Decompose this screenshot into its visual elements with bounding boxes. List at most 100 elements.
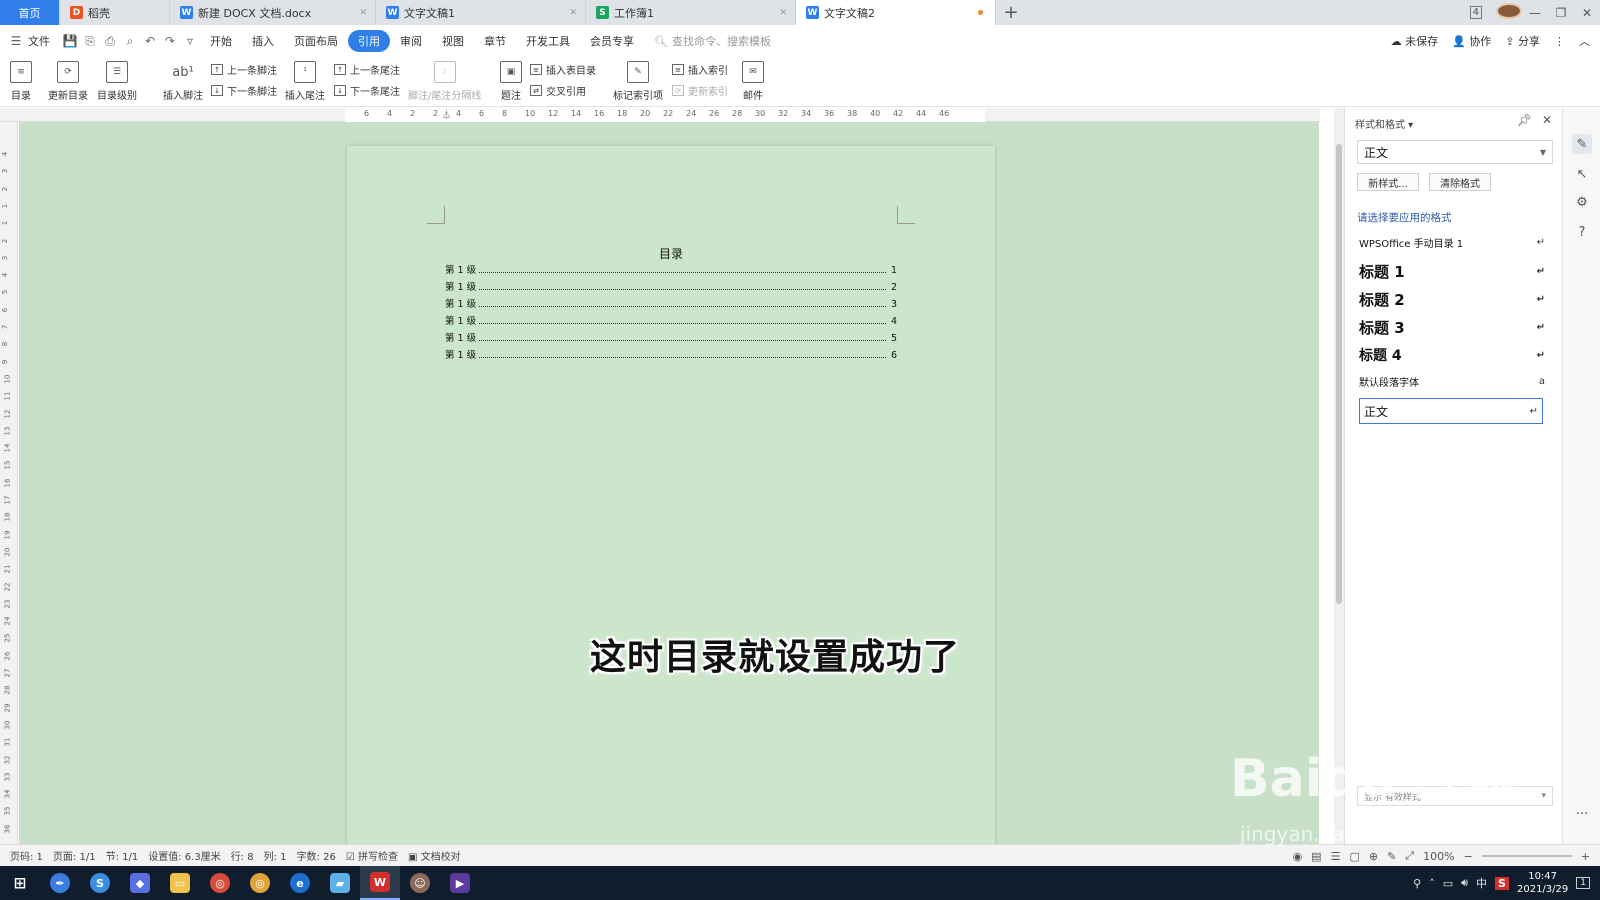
properties-icon[interactable]: ⚙ [1572,192,1592,212]
insert-index-button[interactable]: ≡ 插入索引 [672,62,728,77]
select-cursor-icon[interactable]: ↖ [1572,164,1592,184]
menu-devtools[interactable]: 开发工具 [516,33,580,49]
undo-icon[interactable]: ↶ [140,34,160,48]
network-icon[interactable]: ▭ [1443,877,1453,890]
minimize-icon[interactable]: — [1522,6,1548,20]
taskbar-app[interactable]: ▶ [440,866,480,900]
insert-footnote-button[interactable]: ab¹ 插入脚注 [163,61,203,103]
taskbar-app[interactable]: ◎ [240,866,280,900]
notification-icon[interactable]: 1 [1576,877,1590,889]
restore-icon[interactable]: ❐ [1548,6,1574,20]
horizontal-ruler[interactable]: 6 4 2 2 4 6 8 10 12 14 16 18 20 22 24 26 28 30 32 34 36 38 40 4… [0,108,1320,122]
footnote-separator-button[interactable]: ⁝ 脚注/尾注分隔线 [408,61,481,102]
sogou-tray-icon[interactable]: S [1495,876,1509,890]
style-item[interactable]: 标题 2 ↵ [1359,289,1549,310]
tab-docx[interactable]: W 新建 DOCX 文档.docx ✕ [170,0,376,25]
start-button[interactable]: ⊞ [0,866,40,900]
vertical-ruler[interactable]: 4 3 2 1 1 2 3 4 5 6 7 8 9 10 11 12 13 14 15 16 17 18 19 20 21 22 2… [0,122,18,844]
share-button[interactable]: ⇪ 分享 [1505,33,1540,49]
menu-layout[interactable]: 页面布局 [284,33,348,49]
next-endnote-button[interactable]: ↓ 下一条尾注 [334,83,400,98]
close-window-icon[interactable]: ✕ [1574,6,1600,20]
taskbar-app[interactable]: ✒ [40,866,80,900]
more-icon[interactable]: … [1572,800,1592,820]
vertical-scrollbar[interactable] [1334,108,1344,844]
tab-sheet1[interactable]: S 工作簿1 ✕ [586,0,796,25]
style-item[interactable]: 标题 3 ↵ [1359,317,1549,338]
taskbar-app[interactable]: ◆ [120,866,160,900]
panel-title[interactable]: 样式和格式 ▾ [1355,116,1413,131]
print-preview-icon[interactable]: ⌕ [120,34,140,49]
people-icon[interactable]: ⚲ [1413,877,1421,890]
tab-docer[interactable]: D 稻壳 [60,0,170,25]
print-icon[interactable]: ⎙ [100,34,120,49]
unsaved-button[interactable]: ☁ 未保存 [1391,33,1439,49]
zoom-slider[interactable] [1481,855,1572,857]
insert-figure-toc-button[interactable]: ≡ 插入表目录 [530,62,596,77]
tab-doc2[interactable]: W 文字文稿2 [796,0,996,25]
customize-icon[interactable]: ▿ [180,34,200,48]
update-index-button[interactable]: ⟳ 更新索引 [672,83,728,98]
spell-check-button[interactable]: ☑ 拼写检查 [346,848,398,863]
clear-format-button[interactable]: 清除格式 [1429,173,1491,191]
style-item[interactable]: 正文 ↵ [1359,398,1543,424]
toc-entry[interactable]: 第 1 级 2 [445,279,897,293]
cross-ref-button[interactable]: ⇄ 交叉引用 [530,83,586,98]
toc-entry[interactable]: 第 1 级 4 [445,313,897,327]
outline-view-icon[interactable]: ☰ [1331,850,1341,863]
web-view-icon[interactable]: ▢ [1349,850,1359,863]
zoom-out-icon[interactable]: − [1464,850,1473,863]
format-painter-icon[interactable]: ⎘ [80,34,100,49]
page[interactable]: 目录 第 1 级 1 第 1 级 2 第 1 级 3 第 1 级 4 第 1 级 5 第 1 级 6 [347,146,995,844]
caption-button[interactable]: ▣ 题注 [500,61,522,102]
menu-member[interactable]: 会员专享 [580,33,644,49]
mail-button[interactable]: ✉ 邮件 [742,61,764,102]
close-panel-icon[interactable]: ✕ [1542,113,1552,127]
ime-indicator[interactable]: 中 [1476,875,1487,891]
collab-button[interactable]: 👤 协作 [1452,33,1491,49]
file-menu[interactable]: 文件 [26,33,60,49]
taskbar-app[interactable]: ▭ [160,866,200,900]
close-icon[interactable]: ✕ [359,8,367,18]
pen-icon[interactable]: ✎ [1387,850,1396,863]
clock[interactable]: 10:47 2021/3/29 [1517,870,1568,896]
page-view-icon[interactable]: ▤ [1311,850,1321,863]
style-item[interactable]: 标题 4 ↵ [1359,345,1549,365]
zoom-in-icon[interactable]: + [1581,850,1590,863]
tab-doc1[interactable]: W 文字文稿1 ✕ [376,0,586,25]
taskbar-app[interactable]: e [280,866,320,900]
toc-entry[interactable]: 第 1 级 3 [445,296,897,310]
prev-footnote-button[interactable]: ↑ 上一条脚注 [211,62,277,77]
pin-icon[interactable]: 📌︎ [1517,113,1532,127]
toc-level-button[interactable]: ☰ 目录级别 [97,61,137,102]
toc-entry[interactable]: 第 1 级 5 [445,330,897,344]
taskbar-app[interactable]: ▰ [320,866,360,900]
hamburger-icon[interactable]: ☰ [6,34,26,48]
save-icon[interactable]: 💾 [60,34,80,48]
taskbar-app[interactable]: S [80,866,120,900]
avatar[interactable] [1496,3,1522,22]
next-footnote-button[interactable]: ↓ 下一条脚注 [211,83,277,98]
new-style-button[interactable]: 新样式... [1357,173,1419,191]
style-item[interactable]: 标题 1 ↵ [1359,261,1549,282]
globe-icon[interactable]: ⊕ [1369,850,1378,863]
new-tab-button[interactable]: + [996,0,1026,25]
zoom-level[interactable]: 100% [1423,850,1454,863]
menu-insert[interactable]: 插入 [242,33,284,49]
command-search[interactable]: 🔍︎ 查找命令、搜索模板 [654,33,771,49]
menu-section[interactable]: 章节 [474,33,516,49]
style-item[interactable]: 默认段落字体 a [1359,374,1549,389]
fit-icon[interactable]: ⤢ [1405,849,1414,863]
more-icon[interactable]: ⋮ [1554,35,1565,48]
close-icon[interactable]: ✕ [569,8,577,18]
toc-entry[interactable]: 第 1 级 6 [445,347,897,361]
update-toc-button[interactable]: ⟳ 更新目录 [48,61,88,102]
chevron-up-icon[interactable]: ˄ [1429,877,1435,890]
style-item[interactable]: WPSOffice 手动目录 1 ↵ [1359,235,1549,250]
proofread-button[interactable]: ▣ 文档校对 [408,848,461,863]
insert-endnote-button[interactable]: ¹ 插入尾注 [285,61,325,102]
redo-icon[interactable]: ↷ [160,34,180,48]
mark-index-button[interactable]: ✎ 标记索引项 [613,61,663,102]
status-words[interactable]: 字数: 26 [297,848,336,863]
taskbar-app-wps[interactable]: W [360,866,400,900]
